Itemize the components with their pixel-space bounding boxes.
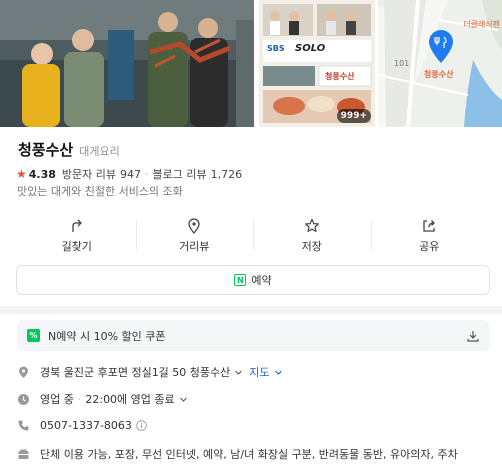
- tv-feature-photo[interactable]: SBS SOLO 청풍수산 999+: [259, 0, 375, 127]
- directions-icon: [72, 219, 82, 232]
- amenities-icon: [18, 449, 29, 459]
- phone-number[interactable]: 0507-1337-8063: [40, 419, 132, 432]
- directions-button[interactable]: 길찾기: [18, 212, 136, 256]
- tv-store-sign: 청풍수산: [325, 72, 355, 81]
- visitor-reviews-count: 947: [120, 168, 142, 181]
- visitor-reviews-link[interactable]: 방문자 리뷰 947: [62, 166, 141, 182]
- tv-logo: SBS: [267, 44, 285, 53]
- save-button[interactable]: 저장: [253, 212, 371, 256]
- chevron-down-icon[interactable]: [234, 368, 243, 377]
- naver-n-icon: N: [234, 274, 247, 286]
- map-link-chevron-icon: [274, 370, 282, 375]
- section-divider: [0, 306, 502, 314]
- action-bar: 길찾기 거리뷰 저장 공유: [18, 212, 488, 256]
- directions-label: 길찾기: [61, 240, 92, 253]
- street-view-icon: [188, 218, 200, 234]
- rating-score: 4.38: [28, 167, 56, 181]
- map-link[interactable]: 지도: [249, 364, 269, 380]
- photo-gallery: SBS SOLO 청풍수산 999+ 101 더클래식펜 청풍수산: [0, 0, 502, 127]
- save-label: 저장: [301, 240, 322, 253]
- location-map[interactable]: 101 더클래식펜 청풍수산: [378, 0, 502, 127]
- address-row: 경북 울진군 후포면 정실1길 50 청풍수산 지도: [17, 364, 283, 380]
- tv-show-title: SOLO: [295, 43, 326, 54]
- hours-status: 영업 중: [40, 393, 74, 406]
- blog-reviews-link[interactable]: 블로그 리뷰 1,726: [153, 166, 243, 182]
- rating-star-icon: ★: [16, 167, 27, 181]
- place-category: 대게요리: [79, 145, 120, 158]
- map-poi-label: 더클래식펜: [463, 20, 500, 29]
- amenities-text: 단체 이용 가능, 포장, 무선 인터넷, 예약, 남/녀 화장실 구분, 반려…: [40, 448, 458, 461]
- map-road-number: 101: [394, 59, 410, 68]
- visitor-reviews-label: 방문자 리뷰: [61, 168, 117, 181]
- reserve-button[interactable]: N 예약: [16, 265, 490, 295]
- download-icon[interactable]: [466, 329, 480, 343]
- rating-row: ★ 4.38 방문자 리뷰 947 · 블로그 리뷰 1,726: [16, 166, 242, 182]
- hours-chevron-down-icon: [179, 397, 187, 402]
- hours-row[interactable]: 영업 중 · 22:00에 영업 종료: [17, 391, 188, 407]
- info-circle-icon[interactable]: [136, 420, 147, 431]
- map-pin-label: 청풍수산: [424, 70, 454, 79]
- hours-separator: ·: [77, 392, 82, 406]
- place-header: 청풍수산 대게요리: [18, 139, 120, 160]
- location-pin-icon: [19, 366, 28, 378]
- share-icon: [423, 220, 436, 232]
- reserve-label: 예약: [251, 274, 272, 287]
- share-button[interactable]: 공유: [370, 212, 489, 256]
- map-pin-icon: [429, 30, 453, 63]
- coupon-text: N예약 시 10% 할인 쿠폰: [48, 329, 166, 343]
- address-text: 경북 울진군 후포면 정실1길 50 청풍수산: [40, 366, 231, 379]
- phone-icon: [18, 420, 29, 431]
- store-photo[interactable]: [0, 0, 254, 127]
- share-label: 공유: [419, 240, 440, 253]
- hours-detail: 22:00에 영업 종료: [85, 393, 175, 406]
- amenities-row: 단체 이용 가능, 포장, 무선 인터넷, 예약, 남/녀 화장실 구분, 반려…: [17, 446, 458, 462]
- phone-row: 0507-1337-8063: [17, 419, 147, 432]
- clock-icon: [18, 393, 29, 405]
- street-view-label: 거리뷰: [179, 240, 210, 253]
- blog-reviews-count: 1,726: [210, 168, 243, 181]
- street-view-button[interactable]: 거리뷰: [135, 212, 254, 256]
- coupon-icon: %: [27, 329, 40, 342]
- coupon-banner[interactable]: % N예약 시 10% 할인 쿠폰: [17, 320, 490, 351]
- store-photo-image: [0, 0, 254, 127]
- place-description: 맛있는 대게와 친절한 서비스의 조화: [17, 185, 183, 198]
- star-icon: [304, 218, 319, 232]
- photo-count-badge: 999+: [336, 109, 371, 123]
- tv-feature-image: [259, 0, 375, 127]
- place-name: 청풍수산: [18, 141, 74, 159]
- separator-dot: ·: [145, 167, 149, 181]
- blog-reviews-label: 블로그 리뷰: [152, 168, 207, 181]
